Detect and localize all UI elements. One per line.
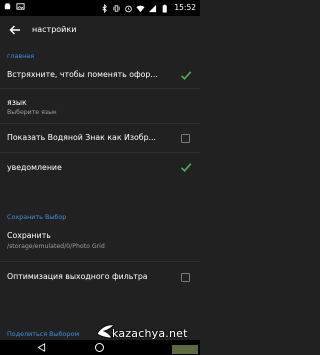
nav-home-icon[interactable] (94, 342, 105, 353)
navigation-bar (0, 340, 200, 355)
image-icon (16, 3, 25, 10)
notification-icons (3, 2, 25, 11)
setting-optimize-title: Оптимизация выходного фильтра (7, 272, 148, 281)
settings-list: главная Встряхните, чтобы поменять офор.… (0, 44, 200, 340)
back-arrow-icon[interactable] (9, 24, 21, 36)
setting-save-title: Сохранить (7, 231, 51, 240)
category-save: Сохранить Выбор (7, 213, 67, 221)
setting-shake-title: Встряхните, чтобы поменять офор... (7, 70, 158, 79)
app-toolbar: настройки (0, 16, 200, 44)
setting-language-title: язык (7, 98, 27, 107)
checkbox-unchecked[interactable] (181, 134, 190, 143)
vibrate-icon (113, 4, 120, 12)
checkbox-unchecked[interactable] (181, 273, 190, 282)
setting-language-summary: Выберите язык (7, 109, 57, 116)
system-icons: 15:52 (100, 1, 196, 15)
category-share: Поделиться Выбором (7, 330, 80, 338)
checkmark-icon[interactable] (180, 70, 192, 81)
checkmark-icon[interactable] (180, 162, 192, 173)
setting-watermark-title: Показать Водяной Знак как Изобр... (7, 133, 156, 142)
setting-notification-title: уведомление (7, 163, 62, 172)
corner-badge (172, 345, 198, 354)
page-title: настройки (32, 25, 77, 34)
category-main: главная (7, 52, 35, 60)
setting-shake-to-change[interactable]: Встряхните, чтобы поменять офор... (0, 63, 200, 88)
setting-save-path-summary: /storage/emulated/0/Photo Grid (7, 243, 105, 250)
setting-save-path[interactable]: Сохранить /storage/emulated/0/Photo Grid (0, 226, 200, 260)
watermark-text: kazachya.net (112, 327, 188, 340)
wifi-icon (136, 5, 145, 12)
setting-optimize-filter[interactable]: Оптимизация выходного фильтра (0, 262, 200, 292)
setting-notification[interactable]: уведомление (0, 153, 200, 183)
status-bar: 15:52 (0, 0, 200, 16)
nav-back-icon[interactable] (37, 343, 46, 352)
signal-icon (149, 4, 157, 12)
setting-language[interactable]: язык Выберите язык (0, 89, 200, 123)
alarm-icon (125, 5, 133, 12)
status-time: 15:52 (174, 3, 196, 12)
bluetooth-icon (102, 3, 108, 13)
setting-watermark[interactable]: Показать Водяной Знак как Изобр... (0, 124, 200, 152)
battery-icon (163, 4, 168, 13)
android-icon (4, 3, 11, 10)
